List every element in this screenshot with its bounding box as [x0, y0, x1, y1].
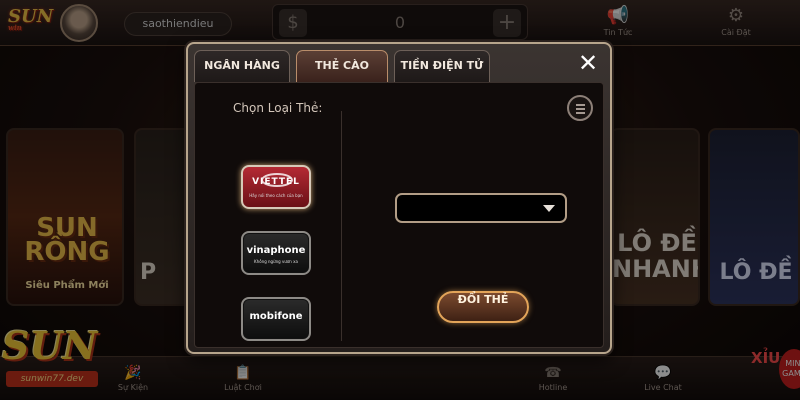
- tab-scratch-card[interactable]: THẺ CÀO: [296, 50, 388, 82]
- carrier-vinaphone[interactable]: vinaphone Không ngừng vươn xa: [241, 231, 311, 275]
- withdraw-dialog: NGÂN HÀNG THẺ CÀO TIỀN ĐIỆN TỬ ✕ Chọn Lo…: [186, 42, 612, 354]
- carrier-name: VIETTEL: [252, 177, 300, 187]
- carrier-tagline: Hãy nói theo cách của bạn: [249, 193, 303, 198]
- carrier-name: vinaphone: [246, 245, 306, 256]
- exchange-card-button[interactable]: ĐỔI THẺ: [437, 291, 529, 323]
- carrier-viettel[interactable]: VIETTEL Hãy nói theo cách của bạn: [241, 165, 311, 209]
- tab-bank[interactable]: NGÂN HÀNG: [194, 50, 290, 82]
- carrier-tagline: Không ngừng vươn xa: [254, 259, 298, 264]
- card-type-label: Chọn Loại Thẻ:: [233, 101, 323, 115]
- tab-crypto[interactable]: TIỀN ĐIỆN TỬ: [394, 50, 490, 82]
- close-icon[interactable]: ✕: [570, 48, 606, 78]
- carrier-mobifone[interactable]: mobifone: [241, 297, 311, 341]
- card-amount-dropdown[interactable]: [395, 193, 567, 223]
- history-icon[interactable]: [567, 95, 593, 121]
- dialog-panel: Chọn Loại Thẻ: VIETTEL Hãy nói theo cách…: [194, 82, 604, 348]
- chevron-down-icon: [543, 205, 555, 212]
- panel-divider: [341, 111, 342, 341]
- carrier-name: mobifone: [249, 311, 303, 322]
